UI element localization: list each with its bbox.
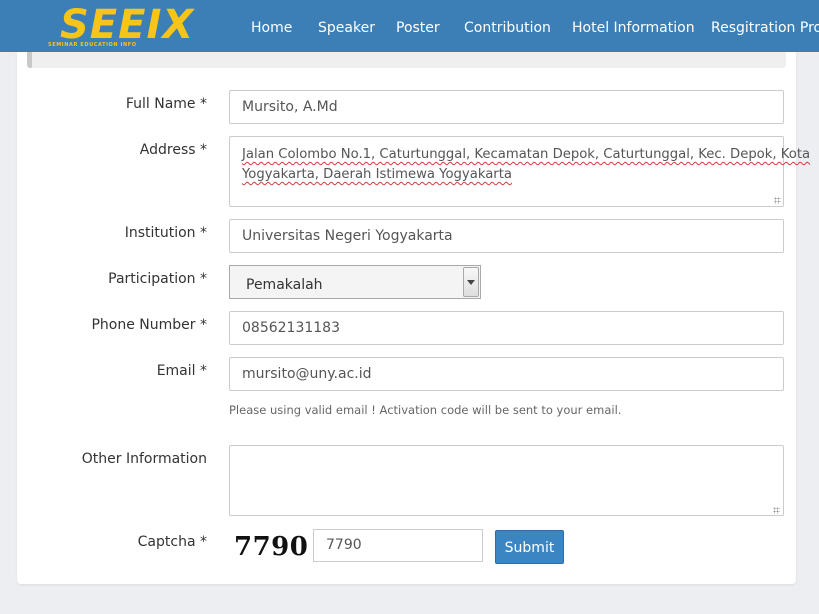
notice-strip (27, 52, 786, 68)
logo-tagline: SEMINAR EDUCATION INFO (48, 42, 137, 48)
full-name-input[interactable]: Mursito, A.Md (229, 90, 784, 124)
other-information-label: Other Information (81, 451, 207, 467)
resize-grip-icon[interactable] (773, 507, 780, 514)
captcha-image: 7790 (234, 532, 309, 562)
email-input[interactable]: mursito@uny.ac.id (229, 357, 784, 391)
nav-poster[interactable]: Poster (396, 0, 440, 52)
email-label: Email * (156, 363, 207, 379)
phone-input[interactable]: 08562131183 (229, 311, 784, 345)
full-name-label: Full Name * (125, 96, 207, 112)
resize-grip-icon[interactable] (774, 197, 781, 204)
address-line-2: Yogyakarta, Daerah Istimewa Yogyakarta (242, 167, 512, 182)
participation-selected-value: Pemakalah (246, 277, 323, 293)
phone-label: Phone Number * (91, 317, 207, 333)
submit-button[interactable]: Submit (495, 530, 564, 564)
address-line-1: Jalan Colombo No.1, Caturtunggal, Kecama… (242, 147, 811, 162)
other-information-textarea[interactable] (229, 445, 784, 516)
top-navbar: SEEIX SEMINAR EDUCATION INFO Home Speake… (0, 0, 819, 52)
nav-hotel-information[interactable]: Hotel Information (572, 0, 695, 52)
institution-label: Institution * (124, 225, 207, 241)
nav-speaker[interactable]: Speaker (318, 0, 375, 52)
address-textarea[interactable]: Jalan Colombo No.1, Caturtunggal, Kecama… (229, 136, 811, 207)
nav-registration-procedure[interactable]: Resgitration Proce (711, 0, 819, 52)
nav-contribution[interactable]: Contribution (464, 0, 551, 52)
institution-input[interactable]: Universitas Negeri Yogyakarta (229, 219, 784, 253)
captcha-label: Captcha * (137, 534, 207, 550)
site-logo[interactable]: SEEIX SEMINAR EDUCATION INFO (46, 2, 193, 50)
participation-label: Participation * (108, 271, 207, 287)
chevron-down-icon[interactable] (463, 267, 479, 297)
captcha-input[interactable]: 7790 (313, 529, 483, 562)
address-label: Address * (139, 142, 207, 158)
participation-select[interactable]: Pemakalah (229, 265, 481, 299)
nav-home[interactable]: Home (251, 0, 292, 52)
email-help-text: Please using valid email ! Activation co… (229, 403, 622, 417)
